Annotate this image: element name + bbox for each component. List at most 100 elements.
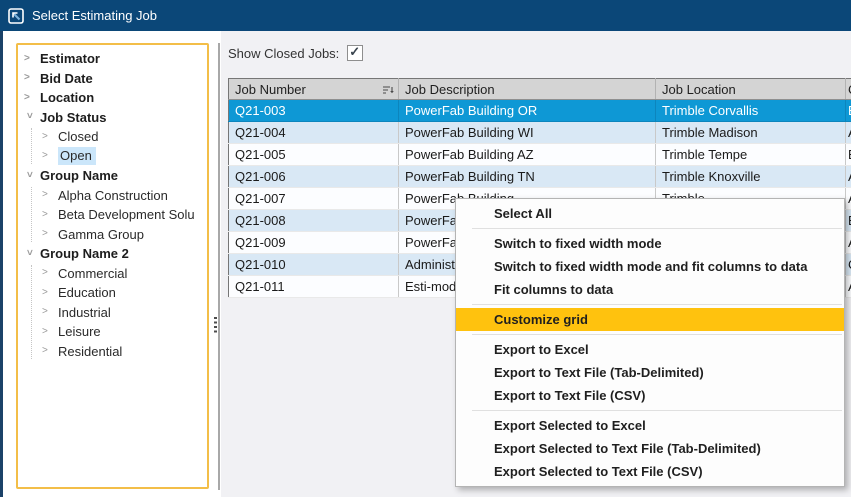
table-row[interactable]: Q21-006PowerFab Building TNTrimble Knoxv… xyxy=(229,166,851,188)
tree-item-education[interactable]: Education xyxy=(18,283,207,303)
cell-job-description: PowerFab Building OR xyxy=(399,100,656,122)
tree-item-label: Bid Date xyxy=(40,71,93,86)
chevron-right-icon[interactable] xyxy=(42,346,52,356)
tree-item-estimator[interactable]: Estimator xyxy=(18,49,207,69)
tree-item-label: Open xyxy=(58,147,96,165)
tree-item-gamma-group[interactable]: Gamma Group xyxy=(18,225,207,245)
chevron-right-icon[interactable] xyxy=(42,327,52,337)
menu-item-export-selected-to-text-file-csv[interactable]: Export Selected to Text File (CSV) xyxy=(456,460,844,483)
tree-item-label: Beta Development Solu xyxy=(58,207,195,222)
tree-item-group-name-2[interactable]: Group Name 2 xyxy=(18,244,207,264)
show-closed-jobs-label: Show Closed Jobs: xyxy=(228,46,339,61)
cell-job-number: Q21-004 xyxy=(229,122,399,144)
tree-children-group: Commercial Education Industrial Leisure Resi… xyxy=(18,264,207,362)
tree-item-group-name[interactable]: Group Name xyxy=(18,166,207,186)
grid-context-menu: Select All Switch to fixed width modeSwit… xyxy=(455,198,845,487)
chevron-right-icon[interactable] xyxy=(42,210,52,220)
cell-job-location: Trimble Madison xyxy=(656,122,846,144)
table-row[interactable]: Q21-003PowerFab Building ORTrimble Corva… xyxy=(229,100,851,122)
chevron-right-icon[interactable] xyxy=(42,132,52,142)
cell-column-4: A xyxy=(846,276,851,298)
chevron-right-icon[interactable] xyxy=(24,93,34,103)
menu-separator xyxy=(472,410,842,411)
chevron-right-icon[interactable] xyxy=(42,307,52,317)
tree-item-label: Closed xyxy=(58,129,98,144)
window-title: Select Estimating Job xyxy=(32,8,157,23)
splitter-grip-dots-icon[interactable] xyxy=(214,317,217,333)
cell-job-description: PowerFab Building WI xyxy=(399,122,656,144)
cell-job-number: Q21-010 xyxy=(229,254,399,276)
chevron-right-icon[interactable] xyxy=(42,151,52,161)
tree-item-label: Group Name xyxy=(40,168,118,183)
chevron-down-icon[interactable] xyxy=(24,249,34,259)
tree-item-label: Leisure xyxy=(58,324,101,339)
column-header-label: Job Description xyxy=(405,82,495,97)
app-window-icon xyxy=(8,8,24,24)
menu-item-export-to-text-file-tab-delimited[interactable]: Export to Text File (Tab-Delimited) xyxy=(456,361,844,384)
cell-job-number: Q21-011 xyxy=(229,276,399,298)
tree-item-industrial[interactable]: Industrial xyxy=(18,303,207,323)
tree-item-label: Commercial xyxy=(58,266,127,281)
tree-item-label: Industrial xyxy=(58,305,111,320)
cell-column-4: A xyxy=(846,166,851,188)
chevron-right-icon[interactable] xyxy=(42,268,52,278)
chevron-right-icon[interactable] xyxy=(42,229,52,239)
table-row[interactable]: Q21-005PowerFab Building AZTrimble Tempe… xyxy=(229,144,851,166)
column-header-job-description[interactable]: Job Description xyxy=(399,79,656,100)
cell-column-4: E xyxy=(846,100,851,122)
chevron-right-icon[interactable] xyxy=(24,54,34,64)
table-row[interactable]: Q21-004PowerFab Building WITrimble Madis… xyxy=(229,122,851,144)
tree-item-leisure[interactable]: Leisure xyxy=(18,322,207,342)
cell-column-4: E xyxy=(846,210,851,232)
menu-item-fit-columns-to-data[interactable]: Fit columns to data xyxy=(456,278,844,301)
checkmark-icon xyxy=(349,44,360,60)
chevron-down-icon[interactable] xyxy=(24,171,34,181)
tree-item-open[interactable]: Open xyxy=(18,147,207,167)
cell-job-description: PowerFab Building AZ xyxy=(399,144,656,166)
menu-item-export-selected-to-text-file-tab-delimited[interactable]: Export Selected to Text File (Tab-Delimi… xyxy=(456,437,844,460)
tree-item-closed[interactable]: Closed xyxy=(18,127,207,147)
cell-column-4: A xyxy=(846,122,851,144)
tree-item-location[interactable]: Location xyxy=(18,88,207,108)
title-bar: Select Estimating Job xyxy=(0,0,851,31)
tree-item-beta-development-solu[interactable]: Beta Development Solu xyxy=(18,205,207,225)
menu-item-switch-to-fixed-width-mode-and-fit-columns-to-data[interactable]: Switch to fixed width mode and fit colum… xyxy=(456,255,844,278)
window-left-border xyxy=(0,31,3,497)
cell-job-number: Q21-006 xyxy=(229,166,399,188)
tree-item-residential[interactable]: Residential xyxy=(18,342,207,362)
chevron-right-icon[interactable] xyxy=(42,288,52,298)
show-closed-jobs-checkbox[interactable] xyxy=(347,45,363,61)
tree-item-job-status[interactable]: Job Status xyxy=(18,108,207,128)
select-estimating-job-dialog: Select Estimating Job Estimator Bid Date L… xyxy=(0,0,851,497)
cell-column-4: B xyxy=(846,144,851,166)
tree-item-bid-date[interactable]: Bid Date xyxy=(18,69,207,89)
filter-tree-panel: Estimator Bid Date LocationJob StatusClose… xyxy=(16,43,209,489)
tree-item-alpha-construction[interactable]: Alpha Construction xyxy=(18,186,207,206)
column-header-4[interactable]: C xyxy=(846,79,851,100)
menu-item-select-all[interactable]: Select All xyxy=(456,202,844,225)
column-header-job-location[interactable]: Job Location xyxy=(656,79,846,100)
chevron-right-icon[interactable] xyxy=(42,190,52,200)
tree-item-label: Gamma Group xyxy=(58,227,144,242)
cell-column-4: C xyxy=(846,254,851,276)
menu-item-export-to-text-file-csv[interactable]: Export to Text File (CSV) xyxy=(456,384,844,407)
cell-job-number: Q21-007 xyxy=(229,188,399,210)
cell-column-4: A xyxy=(846,188,851,210)
menu-separator xyxy=(472,304,842,305)
column-header-label: Job Number xyxy=(235,82,306,97)
column-header-label: Job Location xyxy=(662,82,736,97)
show-closed-jobs-row: Show Closed Jobs: xyxy=(228,45,363,61)
tree-item-commercial[interactable]: Commercial xyxy=(18,264,207,284)
menu-item-switch-to-fixed-width-mode[interactable]: Switch to fixed width mode xyxy=(456,232,844,255)
tree-item-label: Residential xyxy=(58,344,122,359)
column-header-job-number[interactable]: Job Number xyxy=(229,79,399,100)
menu-item-customize-grid[interactable]: Customize grid xyxy=(456,308,844,331)
menu-item-export-selected-to-excel[interactable]: Export Selected to Excel xyxy=(456,414,844,437)
panel-splitter[interactable] xyxy=(218,43,220,490)
chevron-right-icon[interactable] xyxy=(24,73,34,83)
chevron-down-icon[interactable] xyxy=(24,113,34,123)
grid-header-row: Job Number Job Description Job Location C xyxy=(229,79,851,100)
cell-job-location: Trimble Corvallis xyxy=(656,100,846,122)
cell-job-location: Trimble Knoxville xyxy=(656,166,846,188)
menu-item-export-to-excel[interactable]: Export to Excel xyxy=(456,338,844,361)
